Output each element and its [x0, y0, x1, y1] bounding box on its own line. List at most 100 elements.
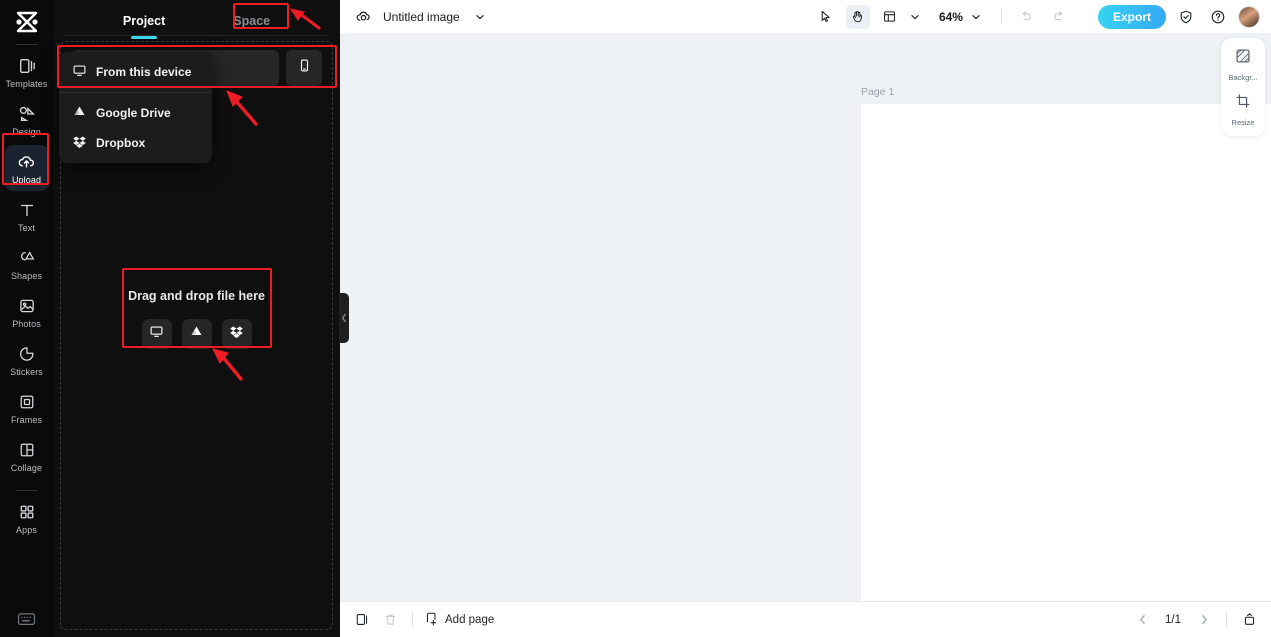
layout-icon: [878, 5, 902, 29]
document-title[interactable]: Untitled image: [383, 10, 460, 24]
background-tool-button[interactable]: Backgr...: [1223, 47, 1263, 82]
tab-space[interactable]: Space: [229, 12, 274, 30]
sidebar-item-label: Apps: [16, 524, 37, 535]
page-header: Page 1: [861, 83, 1271, 101]
dropzone-source-buttons: [141, 319, 252, 349]
chevron-down-icon: [903, 5, 927, 29]
menu-item-dropbox[interactable]: Dropbox: [59, 128, 212, 158]
sidebar-item-label: Shapes: [10, 270, 43, 281]
tab-label: Space: [233, 14, 271, 28]
text-icon: [17, 200, 37, 220]
sidebar-item-photos[interactable]: Photos: [5, 289, 49, 335]
menu-item-google-drive[interactable]: Google Drive: [59, 98, 212, 128]
bottom-divider: [1226, 612, 1227, 627]
menu-item-label: From this device: [96, 65, 192, 79]
export-button-label: Export: [1112, 9, 1151, 24]
google-drive-icon: [72, 104, 87, 122]
rail-divider-top: [15, 44, 38, 45]
next-page-button[interactable]: [1193, 609, 1215, 631]
delete-page-button[interactable]: [379, 609, 401, 631]
dropzone-dropbox-button[interactable]: [221, 319, 252, 349]
bottom-divider: [412, 612, 413, 627]
capcut-logo-icon[interactable]: [13, 9, 41, 35]
dropbox-icon: [229, 324, 244, 344]
sidebar-item-stickers[interactable]: Stickers: [5, 337, 49, 383]
page-canvas[interactable]: [861, 104, 1271, 601]
right-tool-panel: Backgr... Resize: [1221, 38, 1265, 136]
dropbox-icon: [72, 134, 87, 152]
canvas-area[interactable]: Page 1 Backgr... Resize: [340, 33, 1271, 601]
frames-icon: [17, 392, 37, 412]
sidebar-item-collage[interactable]: Collage: [5, 433, 49, 479]
sidebar-item-design[interactable]: Design: [5, 97, 49, 143]
design-icon: [17, 104, 37, 124]
add-page-button[interactable]: Add page: [424, 611, 494, 629]
sidebar-item-label: Design: [12, 126, 41, 137]
photos-icon: [17, 296, 37, 316]
hand-tool-button[interactable]: [845, 4, 870, 29]
prev-page-button[interactable]: [1131, 609, 1153, 631]
zoom-control[interactable]: 64%: [939, 5, 988, 29]
collage-icon: [17, 440, 37, 460]
redo-button[interactable]: [1047, 5, 1071, 29]
tab-label: Project: [122, 14, 166, 28]
add-page-icon: [424, 611, 439, 629]
sidebar-item-label: Templates: [5, 78, 48, 89]
google-drive-icon: [189, 324, 204, 344]
resize-icon: [1234, 92, 1252, 115]
tool-label: Backgr...: [1228, 73, 1258, 82]
sidebar-item-label: Upload: [11, 174, 42, 185]
upload-cloud-icon: [17, 152, 37, 172]
chevron-down-icon[interactable]: [468, 5, 492, 29]
shapes-icon: [17, 248, 37, 268]
layout-tool-button[interactable]: [878, 5, 927, 29]
capcut-editor-window: Templates Design Upload Text Shapes Phot…: [0, 0, 1271, 637]
tab-project[interactable]: Project: [119, 12, 169, 39]
upload-panel: Project Space Upload: [53, 0, 349, 637]
sidebar-item-label: Collage: [10, 462, 43, 473]
left-sidebar: Templates Design Upload Text Shapes Phot…: [0, 0, 53, 637]
templates-icon: [17, 56, 37, 76]
sidebar-item-text[interactable]: Text: [5, 193, 49, 239]
menu-item-from-this-device[interactable]: From this device: [59, 57, 212, 87]
phone-icon: [297, 58, 312, 78]
dropzone-center: Drag and drop file here: [61, 289, 332, 349]
panel-tabs: Project Space: [53, 0, 340, 39]
pages-panel-toggle-button[interactable]: [1238, 609, 1260, 631]
top-toolbar: Untitled image 64% Export: [340, 0, 1271, 33]
cloud-sync-icon[interactable]: [351, 5, 375, 29]
toolbar-divider: [1000, 9, 1002, 24]
undo-button[interactable]: [1015, 5, 1039, 29]
page-counter: 1/1: [1165, 613, 1181, 626]
rail-divider-bottom: [15, 490, 38, 491]
duplicate-page-button[interactable]: [351, 609, 373, 631]
sidebar-item-shapes[interactable]: Shapes: [5, 241, 49, 287]
monitor-icon: [72, 63, 87, 81]
help-circle-icon[interactable]: [1206, 5, 1230, 29]
sidebar-item-label: Frames: [10, 414, 43, 425]
export-button[interactable]: Export: [1097, 4, 1166, 29]
panel-collapse-handle[interactable]: [339, 293, 349, 343]
sidebar-item-upload[interactable]: Upload: [4, 145, 49, 191]
dropzone-text: Drag and drop file here: [128, 289, 265, 303]
shield-check-icon[interactable]: [1174, 5, 1198, 29]
sidebar-item-label: Stickers: [10, 366, 43, 377]
keyboard-shortcuts-icon[interactable]: [0, 611, 53, 627]
add-page-label: Add page: [445, 613, 495, 626]
sidebar-item-templates[interactable]: Templates: [5, 49, 49, 95]
dropzone-google-drive-button[interactable]: [181, 319, 212, 349]
select-tool-button[interactable]: [814, 5, 838, 29]
menu-divider: [59, 92, 212, 93]
zoom-level-value: 64%: [938, 9, 963, 24]
tab-active-indicator: [131, 36, 158, 39]
resize-tool-button[interactable]: Resize: [1223, 92, 1263, 127]
upload-source-menu: From this device Google Drive Dropbox: [59, 52, 212, 163]
menu-item-label: Google Drive: [96, 106, 171, 120]
sidebar-item-frames[interactable]: Frames: [5, 385, 49, 431]
background-icon: [1234, 47, 1252, 70]
upload-from-phone-button[interactable]: [286, 50, 322, 86]
dropzone-device-button[interactable]: [141, 319, 172, 349]
avatar[interactable]: [1238, 5, 1260, 28]
sidebar-item-apps[interactable]: Apps: [5, 495, 49, 541]
tool-label: Resize: [1231, 118, 1255, 127]
